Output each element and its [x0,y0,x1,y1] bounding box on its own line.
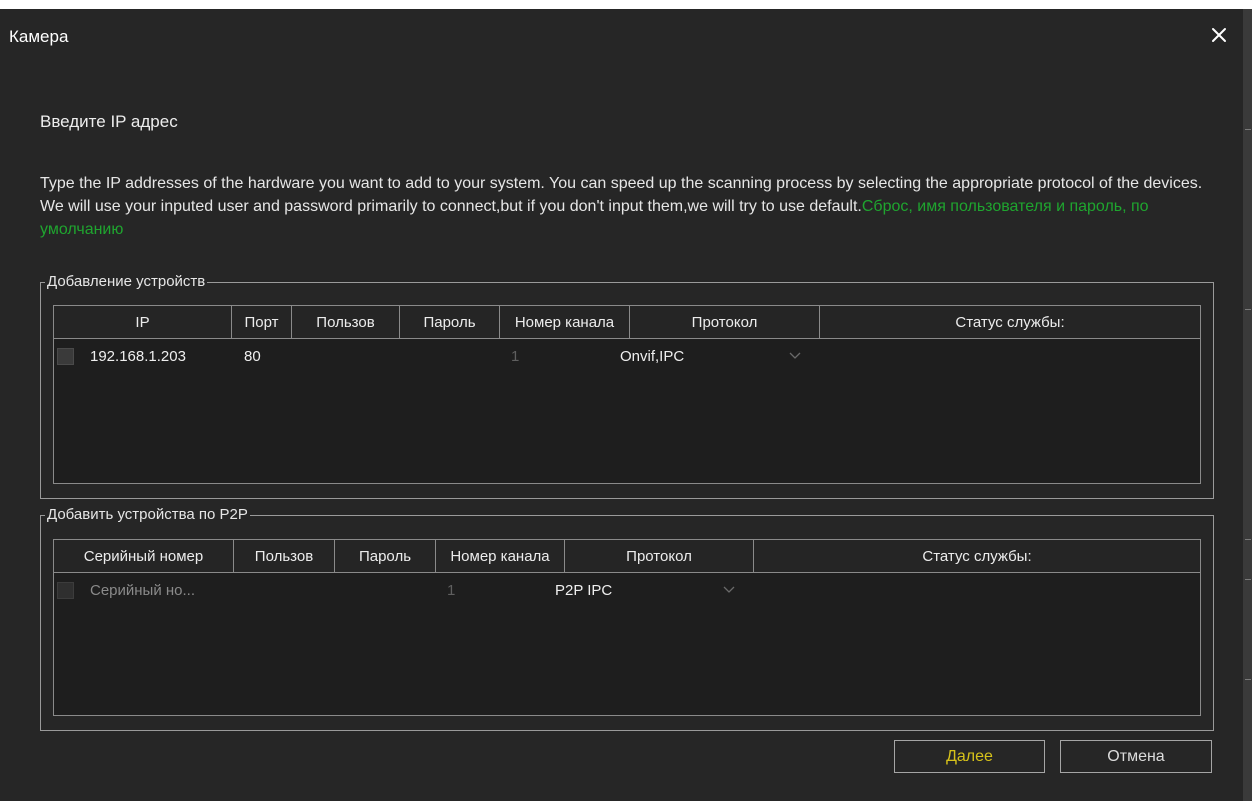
port-cell[interactable]: 80 [244,340,261,372]
column-header-status[interactable]: Статус службы: [820,306,1200,338]
p2p-device-table: Серийный номер Пользов Пароль Номер кана… [53,539,1201,716]
edge-mark [1245,129,1251,130]
table-row[interactable]: 192.168.1.203 80 1 Onvif,IPC [54,340,1200,372]
edge-mark [1245,579,1251,580]
column-header-protocol[interactable]: Протокол [630,306,820,338]
ip-table-header: IP Порт Пользов Пароль Номер канала Прот… [54,306,1200,339]
column-header-serial[interactable]: Серийный номер [54,540,234,572]
chevron-down-icon[interactable] [721,581,737,597]
channel-cell: 1 [447,581,456,599]
dialog-title: Камера [9,27,69,46]
cancel-button[interactable]: Отмена [1060,740,1212,773]
description: Type the IP addresses of the hardware yo… [40,172,1220,241]
column-header-protocol[interactable]: Протокол [565,540,754,572]
close-icon [1212,28,1226,42]
protocol-select[interactable]: P2P IPC [555,574,612,606]
ip-device-table: IP Порт Пользов Пароль Номер канала Прот… [53,305,1201,484]
column-header-status[interactable]: Статус службы: [754,540,1200,572]
column-header-user[interactable]: Пользов [234,540,335,572]
section-heading: Введите IP адрес [40,112,178,131]
column-header-user[interactable]: Пользов [292,306,400,338]
next-button[interactable]: Далее [894,740,1045,773]
column-header-password[interactable]: Пароль [400,306,500,338]
p2p-table-header: Серийный номер Пользов Пароль Номер кана… [54,540,1200,573]
chevron-down-icon[interactable] [787,347,803,363]
table-row[interactable]: Серийный но... 1 P2P IPC [54,574,1200,606]
row-checkbox[interactable] [57,348,74,365]
column-header-channel[interactable]: Номер канала [500,306,630,338]
column-header-channel[interactable]: Номер канала [436,540,565,572]
protocol-select[interactable]: Onvif,IPC [620,340,684,372]
ip-cell[interactable]: 192.168.1.203 [90,340,186,372]
background-window-edge [1243,9,1252,801]
add-devices-group: Добавление устройств IP Порт Пользов Пар… [40,272,1214,499]
column-header-password[interactable]: Пароль [335,540,436,572]
edge-mark [1245,539,1251,540]
channel-cell: 1 [511,347,520,365]
camera-dialog: Камера Введите IP адрес Type the IP addr… [0,9,1243,801]
add-p2p-devices-group: Добавить устройства по P2P Серийный номе… [40,505,1214,731]
row-checkbox[interactable] [57,582,74,599]
edge-mark [1245,309,1251,310]
add-devices-group-title: Добавление устройств [45,272,208,292]
column-header-port[interactable]: Порт [232,306,292,338]
close-button[interactable] [1204,21,1234,49]
column-header-ip[interactable]: IP [54,306,232,338]
serial-cell[interactable]: Серийный но... [90,574,195,606]
add-p2p-group-title: Добавить устройства по P2P [45,505,250,525]
edge-mark [1245,679,1251,680]
